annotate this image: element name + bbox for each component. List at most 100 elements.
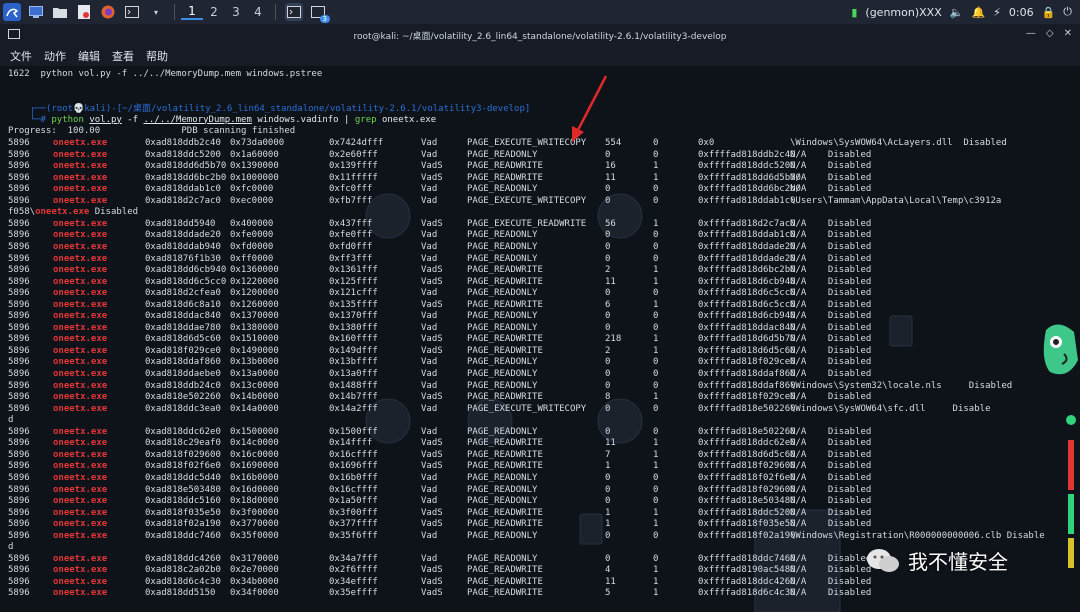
table-cell: 0xffffad818d6c5cc0: [698, 288, 796, 299]
process-name: oneetx.exe: [53, 553, 108, 564]
network-icon[interactable]: ▮: [851, 6, 857, 19]
table-cell: 0: [605, 357, 611, 368]
menu-view[interactable]: 查看: [112, 48, 134, 64]
table-cell: 0xfc0fff: [329, 184, 373, 195]
window-group-button[interactable]: 3: [309, 3, 330, 23]
table-row: 5896 oneetx.exe 0xad818d2c7ac0 0xec0000 0xfb…: [8, 196, 1072, 208]
table-cell: 0x13a0000: [230, 369, 279, 379]
table-row: 5896 oneetx.exe 0xad818ddc62e0 0x1500000 0x1…: [8, 427, 1072, 439]
table-cell: 0xfe0fff: [329, 230, 373, 241]
table-cell: 0x1370000: [230, 311, 279, 322]
terminal-output[interactable]: 1622 python vol.py -f ../../MemoryDump.m…: [0, 66, 1080, 612]
table-cell: 1: [653, 588, 659, 599]
process-name: oneetx.exe: [53, 161, 108, 172]
close-icon[interactable]: ✕: [1064, 28, 1072, 39]
workspace-3[interactable]: 3: [225, 5, 247, 19]
table-cell: N/A Disabled: [790, 357, 872, 368]
table-cell: PAGE_READWRITE: [467, 438, 543, 449]
table-cell: 0xad818ddc62e0: [145, 426, 221, 437]
table-row: 5896 oneetx.exe 0xad818f029ce0 0x1490000 0x1…: [8, 346, 1072, 358]
minimize-icon[interactable]: —: [1026, 28, 1036, 39]
table-cell: Vad: [421, 253, 438, 264]
table-cell: 5896: [8, 461, 30, 472]
window-titlebar[interactable]: root@kali: ~/桌面/volatility_2.6_lin64_sta…: [0, 24, 1080, 46]
lock-icon[interactable]: 🔒: [1042, 6, 1056, 19]
table-cell: 0x7424dfff: [329, 138, 384, 148]
menu-file[interactable]: 文件: [10, 48, 32, 64]
kali-menu-icon[interactable]: [3, 3, 21, 21]
workspace-4[interactable]: 4: [247, 5, 269, 19]
table-cell: N/A Disabled: [790, 345, 872, 356]
table-cell: N/A Disabled: [790, 438, 872, 449]
table-cell: 5896: [8, 230, 30, 241]
process-name: oneetx.exe: [53, 519, 108, 530]
table-cell: 0xad818f029600: [145, 449, 221, 460]
table-cell: 11: [605, 576, 616, 587]
power-icon[interactable]: ⏻: [1063, 5, 1072, 19]
table-cell: 5896: [8, 403, 30, 414]
table-cell: 0xfd0000: [230, 241, 274, 252]
wechat-icon: [867, 548, 899, 572]
maximize-icon[interactable]: ◇: [1046, 28, 1054, 39]
table-cell: 1: [653, 276, 659, 287]
table-cell: 0x3f00fff: [329, 507, 378, 518]
table-cell: 0x139ffff: [329, 161, 378, 172]
table-cell: 0xffffad818ddaf860: [698, 369, 796, 379]
table-cell: 0x149dfff: [329, 345, 378, 356]
menu-edit[interactable]: 编辑: [78, 48, 100, 64]
table-cell: 0: [653, 496, 659, 507]
desktop-icon[interactable]: [27, 3, 45, 21]
table-cell: PAGE_READONLY: [467, 357, 538, 368]
table-cell: 0xad818ddc5160: [145, 496, 221, 507]
table-cell: 0: [653, 184, 659, 195]
table-cell: N/A Disabled: [790, 149, 872, 160]
table-cell: 5896: [8, 288, 30, 299]
table-cell: 5896: [8, 484, 30, 495]
table-cell: VadS: [421, 576, 443, 587]
table-cell: 5896: [8, 438, 30, 449]
table-cell: 11: [605, 172, 616, 183]
terminal-launcher-icon[interactable]: [123, 3, 141, 21]
table-cell: 0xffffad818ddb2c40: [698, 149, 796, 160]
power-manager-icon[interactable]: ⚡: [993, 6, 1001, 19]
editor-icon[interactable]: [75, 3, 93, 21]
table-cell: 0xad818ddade20: [145, 230, 221, 241]
table-cell: 5896: [8, 218, 30, 229]
table-cell: 0xffffad818dd6bc2b0: [698, 184, 801, 195]
network-label: (genmon)XXX: [865, 5, 942, 19]
table-cell: Vad: [421, 149, 438, 160]
cmd-grep-arg: oneetx.exe: [381, 114, 437, 125]
process-name: oneetx.exe: [53, 392, 108, 403]
table-row: 5896 oneetx.exe 0xad818d6c4c30 0x34b0000 0x3…: [8, 577, 1072, 589]
table-cell: 0: [653, 369, 659, 379]
table-cell: 0xffffad818e502260: [698, 403, 796, 414]
workspace-2[interactable]: 2: [203, 5, 225, 19]
volume-icon[interactable]: 🔈: [950, 6, 964, 19]
table-cell: 0xffffad818d6cb940: [698, 311, 796, 322]
firefox-icon[interactable]: [99, 3, 117, 21]
table-cell: N/A Disabled: [790, 276, 872, 287]
folder-icon[interactable]: [51, 3, 69, 21]
table-cell: 0xad818d6c4c30: [145, 576, 221, 587]
dropdown-icon[interactable]: ▾: [147, 3, 165, 21]
table-cell: Vad: [421, 530, 438, 541]
table-cell: 5896: [8, 588, 30, 599]
table-row: 5896 oneetx.exe 0xad818dd6d5b70 0x1390000 0x…: [8, 161, 1072, 173]
notification-icon[interactable]: 🔔: [971, 6, 985, 19]
menu-action[interactable]: 动作: [44, 48, 66, 64]
table-cell: PAGE_READONLY: [467, 241, 538, 252]
terminal-window-button[interactable]: [285, 3, 303, 21]
process-name: oneetx.exe: [53, 195, 108, 206]
cmd-plugin: windows.vadinfo: [257, 114, 339, 125]
table-cell: 0xad818d6c8a10: [145, 299, 221, 310]
process-name: oneetx.exe: [53, 334, 108, 345]
table-cell: 0: [605, 311, 611, 322]
workspace-1[interactable]: 1: [181, 4, 203, 20]
table-cell: VadS: [421, 449, 443, 460]
terminal-title-icon: [8, 29, 20, 42]
table-cell: 0: [605, 253, 611, 264]
menu-help[interactable]: 帮助: [146, 48, 168, 64]
table-cell: PAGE_READWRITE: [467, 576, 543, 587]
table-cell: PAGE_READONLY: [467, 530, 538, 541]
table-cell: 0xec0000: [230, 195, 274, 206]
